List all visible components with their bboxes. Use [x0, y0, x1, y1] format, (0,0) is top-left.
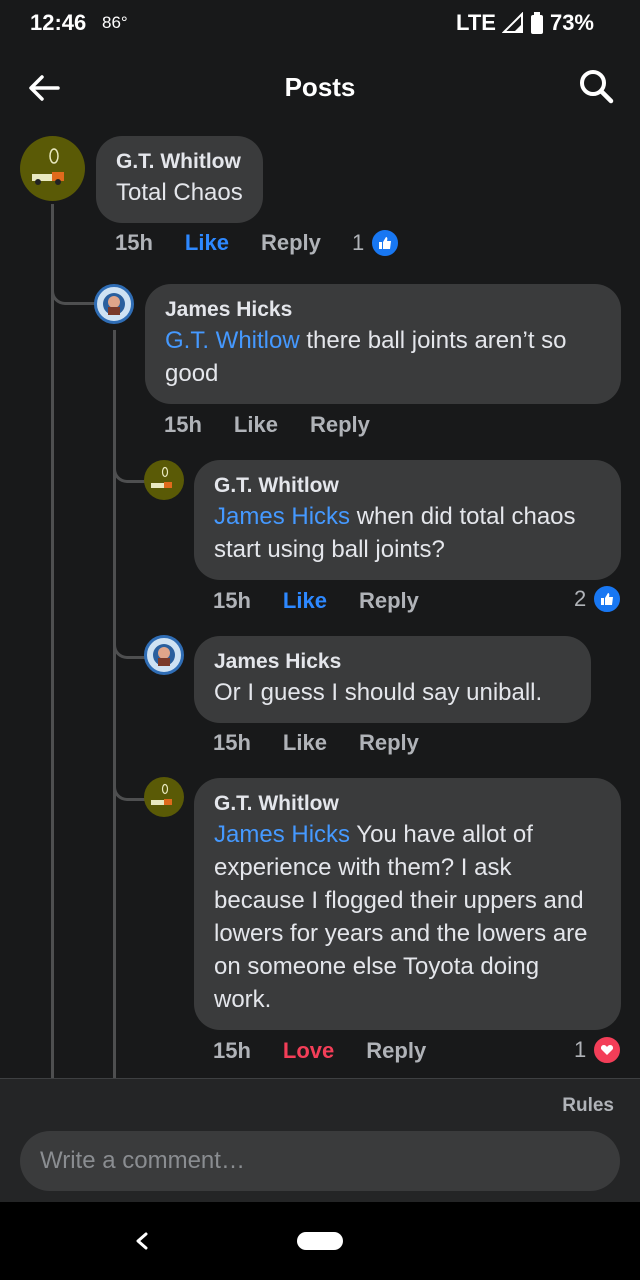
thumbs-up-icon [370, 228, 401, 258]
page-title: Posts [284, 72, 356, 102]
battery-level: 73% [549, 10, 594, 35]
comment-actions: 15h Like Reply [115, 230, 321, 256]
comment-actions: 15h Like Reply [213, 730, 419, 756]
chevron-left-icon [136, 1232, 148, 1250]
reply-button[interactable]: Reply [359, 588, 419, 614]
comment-actions: 15h Like Reply [164, 412, 370, 438]
search-button[interactable] [576, 66, 616, 106]
signal-icon [501, 12, 523, 33]
comment-text: James Hicks You have allot of experience… [214, 818, 601, 1016]
like-button[interactable]: Like [234, 412, 278, 438]
thread-elbow-4 [113, 776, 146, 801]
avatar[interactable] [20, 136, 85, 201]
truck-logo-icon [151, 783, 172, 805]
comment-bubble[interactable]: James Hicks Or I guess I should say unib… [194, 636, 591, 723]
mention-link[interactable]: James Hicks [214, 821, 350, 848]
avatar[interactable] [94, 284, 134, 324]
search-icon [580, 70, 614, 104]
status-indicators: LTE 73% [456, 10, 594, 36]
reply-button[interactable]: Reply [310, 412, 370, 438]
reaction-summary[interactable]: 1 [574, 1035, 623, 1065]
battery-icon [530, 12, 543, 34]
truck-logo-icon [32, 148, 64, 185]
comment-bubble[interactable]: James Hicks G.T. Whitlow there ball join… [145, 284, 621, 404]
comment-bubble[interactable]: G.T. Whitlow James Hicks You have allot … [194, 778, 621, 1030]
thread-line-main [51, 204, 54, 1078]
comment-actions: 15h Like Reply [213, 588, 419, 614]
thread-elbow-1 [51, 282, 96, 305]
reaction-count: 2 [574, 586, 587, 611]
comment-body: You have allot of experience with them? … [214, 821, 588, 1013]
comment-text: Total Chaos [116, 179, 243, 206]
comment-time: 15h [115, 230, 153, 255]
comment-bubble[interactable]: G.T. Whitlow James Hicks when did total … [194, 460, 621, 580]
reply-button[interactable]: Reply [366, 1038, 426, 1064]
love-button[interactable]: Love [283, 1038, 334, 1064]
comment-time: 15h [164, 412, 202, 437]
comment-time: 15h [213, 730, 251, 755]
like-button[interactable]: Like [185, 230, 229, 256]
comment-author[interactable]: G.T. Whitlow [214, 472, 601, 500]
reply-button[interactable]: Reply [359, 730, 419, 756]
comment-input[interactable] [20, 1131, 620, 1191]
nav-home-button[interactable] [297, 1232, 343, 1250]
person-photo-icon [153, 644, 175, 666]
reaction-count: 1 [574, 1037, 587, 1062]
avatar[interactable] [144, 777, 184, 817]
avatar[interactable] [144, 460, 184, 500]
thumbs-up-icon [592, 584, 623, 614]
reply-button[interactable]: Reply [261, 230, 321, 256]
reaction-count: 1 [352, 230, 365, 255]
mention-link[interactable]: James Hicks [214, 503, 350, 530]
comment-text: Or I guess I should say uniball. [214, 679, 543, 706]
mention-link[interactable]: G.T. Whitlow [165, 327, 300, 354]
comment-author[interactable]: James Hicks [165, 296, 601, 324]
like-button[interactable]: Like [283, 588, 327, 614]
network-label: LTE [456, 10, 496, 35]
thread-line-nested [113, 330, 116, 1078]
person-photo-icon [103, 293, 125, 315]
reaction-summary[interactable]: 1 [352, 228, 401, 258]
comment-text: G.T. Whitlow there ball joints aren’t so… [165, 324, 601, 390]
comment-time: 15h [213, 1038, 251, 1063]
comment-bubble[interactable]: G.T. Whitlow Total Chaos [96, 136, 263, 223]
comment-actions: 15h Love Reply [213, 1038, 426, 1064]
thread-elbow-3 [113, 634, 146, 659]
nav-back-button[interactable] [128, 1226, 156, 1256]
truck-logo-icon [151, 466, 172, 488]
comment-time: 15h [213, 588, 251, 613]
avatar[interactable] [144, 635, 184, 675]
comment-author[interactable]: G.T. Whitlow [116, 148, 243, 176]
comment-author[interactable]: James Hicks [214, 648, 571, 676]
heart-icon [592, 1035, 623, 1065]
comment-text: James Hicks when did total chaos start u… [214, 500, 601, 566]
reaction-summary[interactable]: 2 [574, 584, 623, 614]
rules-link[interactable]: Rules [562, 1095, 614, 1117]
status-time: 12:46 [30, 10, 87, 35]
thread-elbow-2 [113, 458, 146, 483]
like-button[interactable]: Like [283, 730, 327, 756]
status-temperature: 86° [102, 13, 128, 32]
comment-author[interactable]: G.T. Whitlow [214, 790, 601, 818]
